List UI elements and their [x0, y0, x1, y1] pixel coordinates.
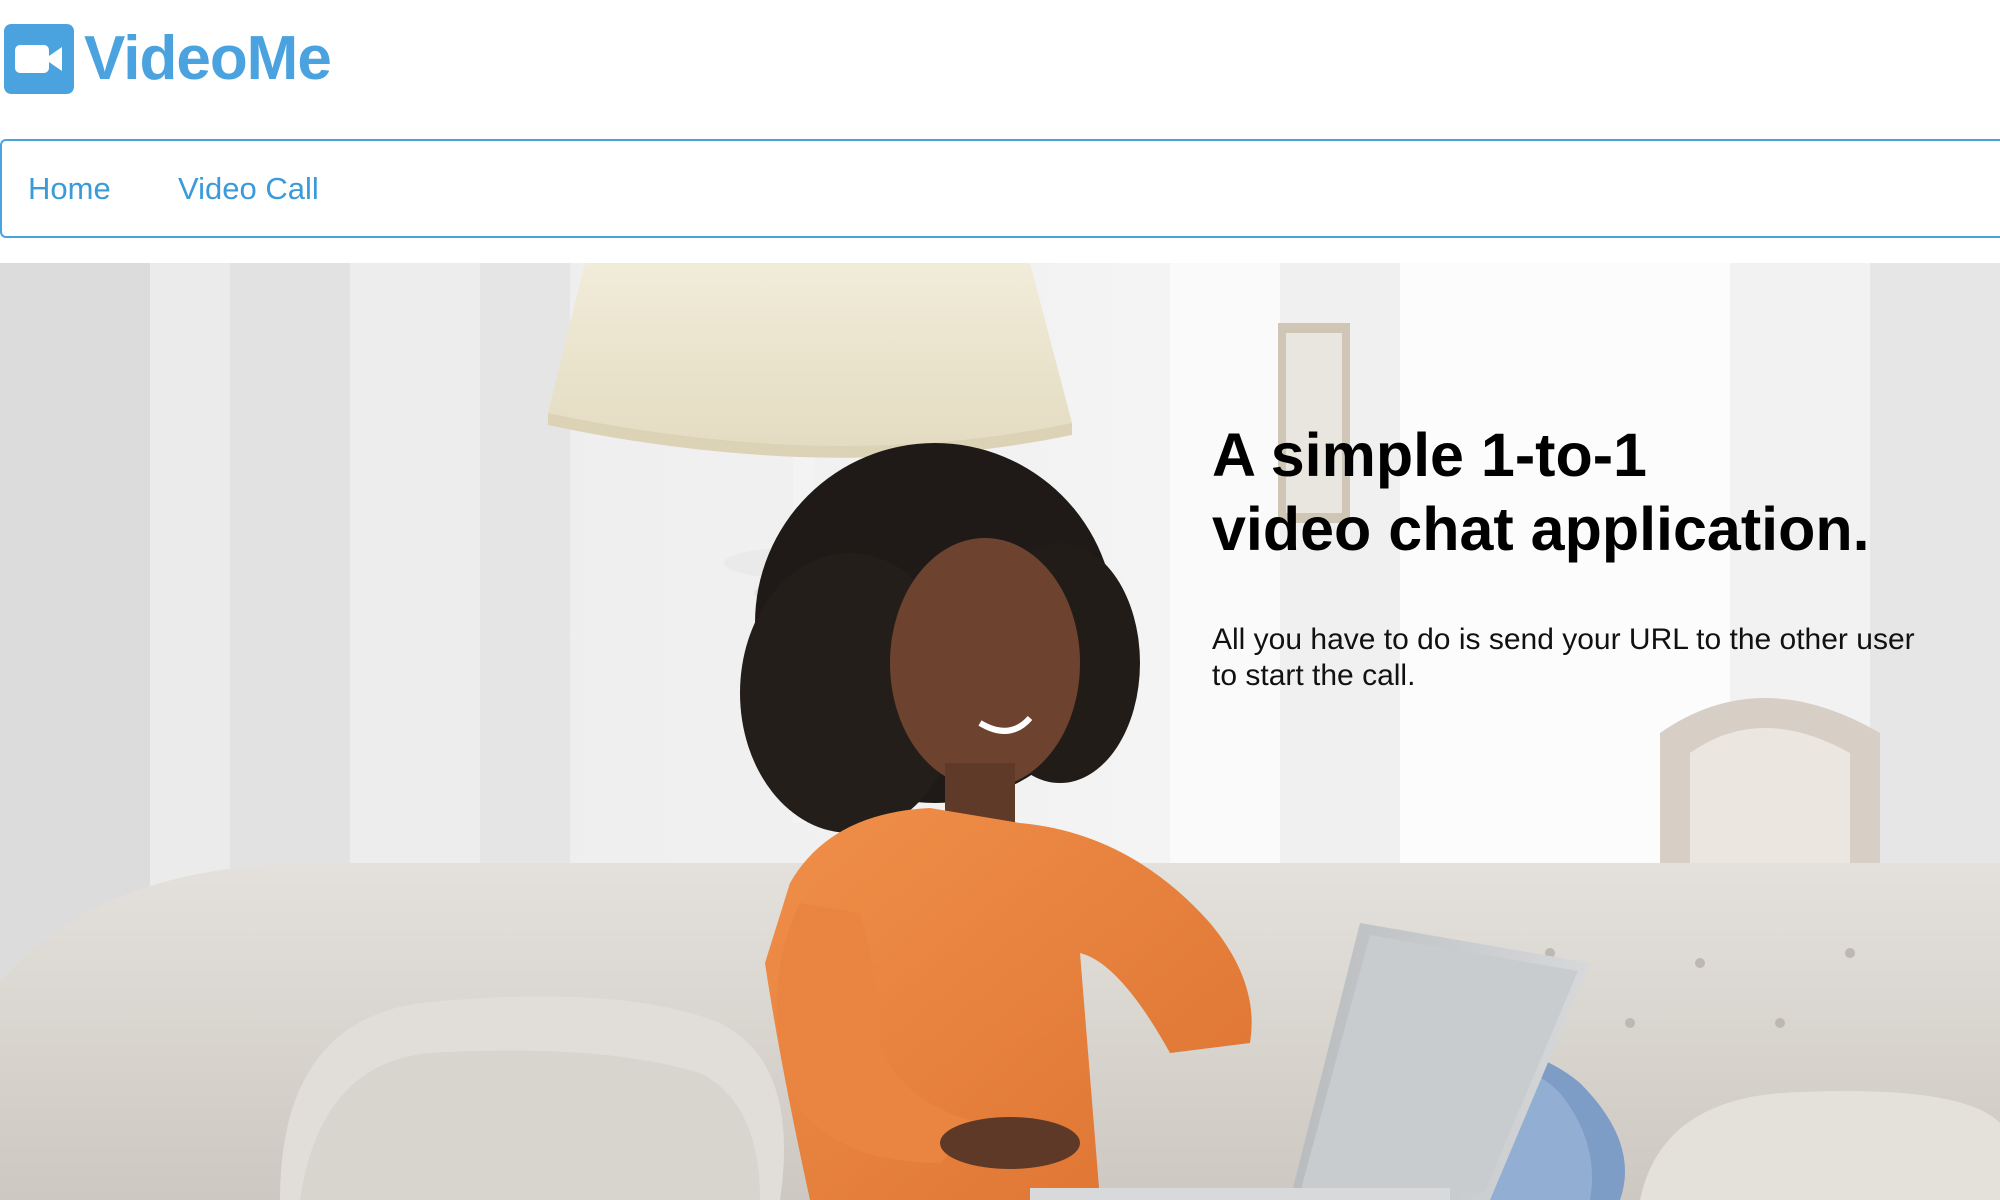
brand-name: VideoMe	[84, 24, 332, 93]
nav-link-home[interactable]: Home	[28, 141, 111, 236]
brand-logo-link[interactable]: VideoMe	[4, 24, 332, 94]
hero-copy: A simple 1-to-1 video chat application. …	[1212, 418, 1972, 694]
nav-link-video-call[interactable]: Video Call	[178, 141, 319, 236]
page: VideoMe Home Video Call A simple 1-to-1 …	[0, 0, 2000, 1200]
video-camera-icon	[4, 24, 74, 94]
hero-title-line-2: video chat application.	[1212, 495, 1870, 563]
main-nav: Home Video Call	[0, 139, 2000, 238]
hero-title-line-1: A simple 1-to-1	[1212, 421, 1647, 489]
woman-on-sofa-with-laptop-photo	[0, 263, 2000, 1200]
hero-title: A simple 1-to-1 video chat application.	[1212, 418, 1972, 566]
hero-subtitle: All you have to do is send your URL to t…	[1212, 623, 1915, 692]
brand-header: VideoMe	[0, 0, 2000, 139]
hero-section: A simple 1-to-1 video chat application. …	[0, 263, 2000, 1200]
